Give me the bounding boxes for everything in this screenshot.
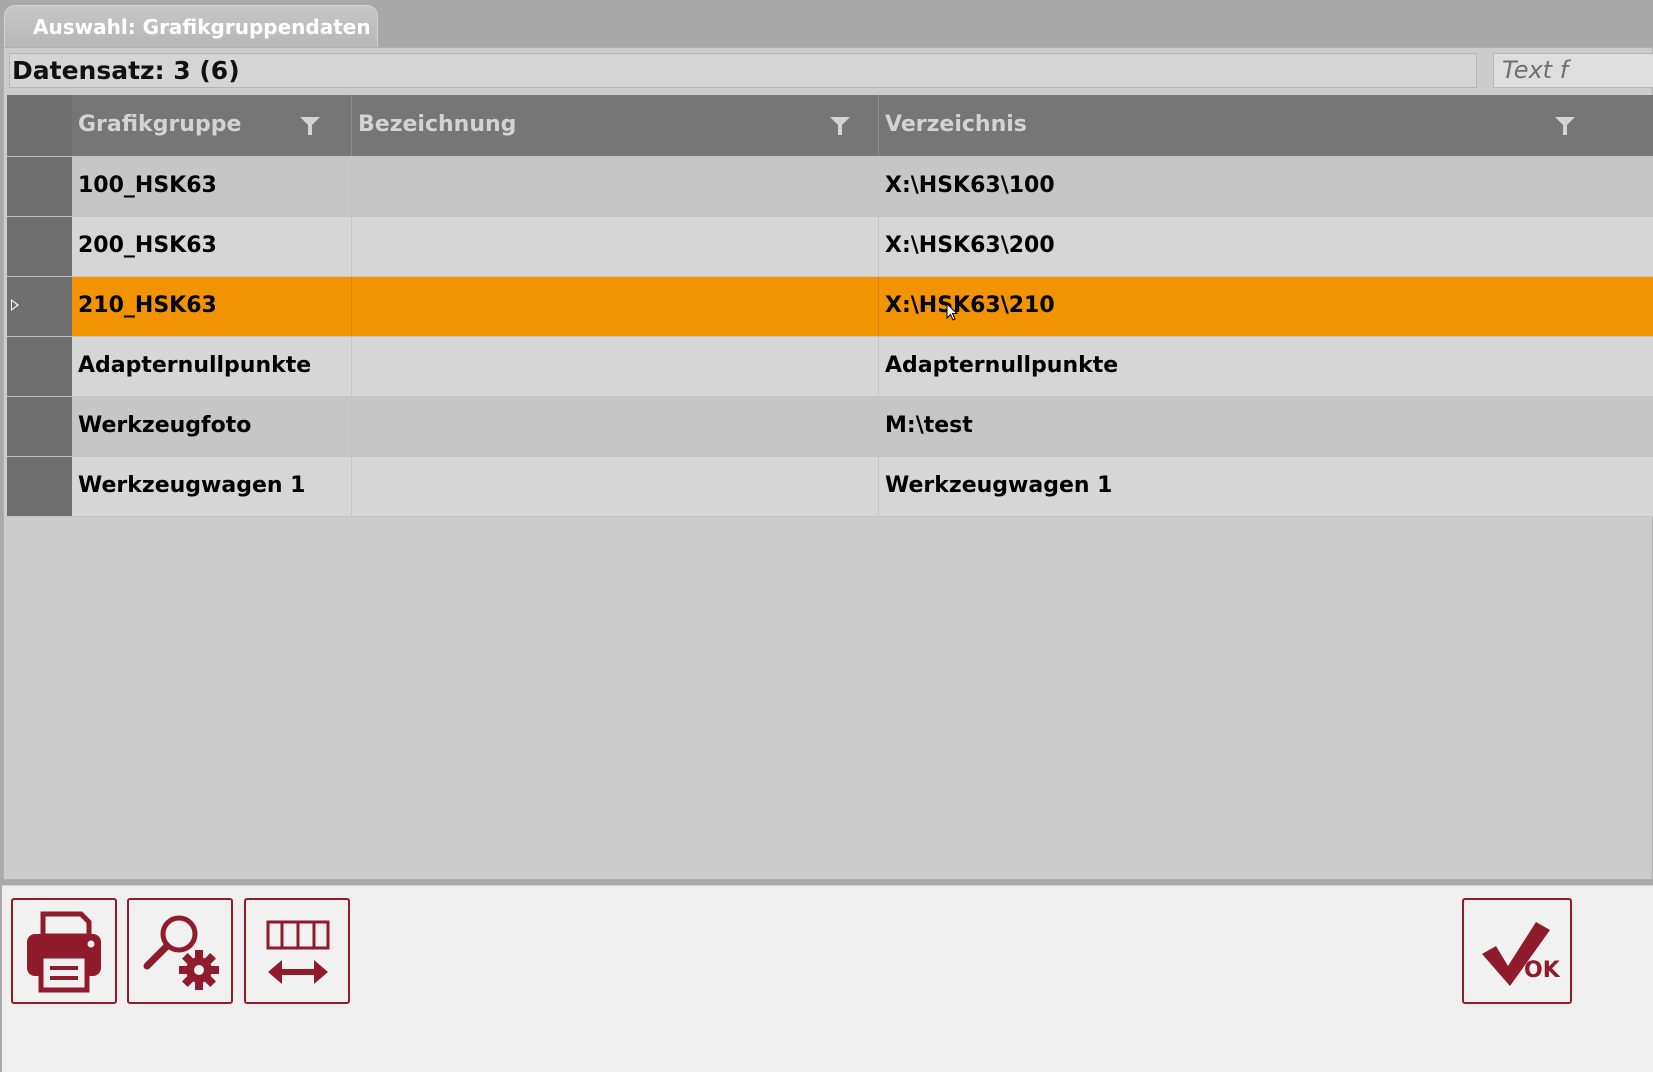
table-row[interactable]: Adapternullpunkte Adapternullpunkte bbox=[7, 336, 1653, 396]
cell-grafikgruppe[interactable]: 210_HSK63 bbox=[72, 277, 352, 336]
filter-icon[interactable] bbox=[1555, 117, 1575, 135]
search-input[interactable]: Text f bbox=[1493, 53, 1653, 88]
column-header-bezeichnung[interactable]: Bezeichnung bbox=[352, 95, 879, 156]
cell-bezeichnung[interactable] bbox=[352, 337, 879, 396]
column-header-grafikgruppe[interactable]: Grafikgruppe bbox=[72, 95, 352, 156]
row-selector[interactable] bbox=[7, 457, 72, 516]
print-icon bbox=[27, 911, 101, 993]
cell-grafikgruppe[interactable]: 200_HSK63 bbox=[72, 217, 352, 276]
data-grid: Grafikgruppe Bezeichnung Verzeichnis 100… bbox=[7, 95, 1653, 517]
cell-verzeichnis[interactable]: X:\HSK63\100 bbox=[879, 157, 1653, 216]
check-icon bbox=[1482, 922, 1550, 986]
search-settings-icon bbox=[143, 915, 219, 990]
row-header-corner bbox=[7, 95, 72, 156]
table-row[interactable]: 100_HSK63 X:\HSK63\100 bbox=[7, 156, 1653, 216]
cell-grafikgruppe[interactable]: Adapternullpunkte bbox=[72, 337, 352, 396]
row-selector[interactable] bbox=[7, 397, 72, 456]
current-row-icon bbox=[11, 299, 19, 311]
row-selector[interactable] bbox=[7, 277, 72, 336]
cell-bezeichnung[interactable] bbox=[352, 157, 879, 216]
cell-bezeichnung[interactable] bbox=[352, 277, 879, 336]
column-header-label: Bezeichnung bbox=[358, 112, 517, 137]
row-selector[interactable] bbox=[7, 217, 72, 276]
mouse-cursor-icon bbox=[946, 303, 959, 321]
cell-verzeichnis[interactable]: Adapternullpunkte bbox=[879, 337, 1653, 396]
cell-bezeichnung[interactable] bbox=[352, 457, 879, 516]
table-row[interactable]: Werkzeugwagen 1 Werkzeugwagen 1 bbox=[7, 456, 1653, 517]
print-button[interactable] bbox=[11, 898, 117, 1004]
cell-grafikgruppe[interactable]: 100_HSK63 bbox=[72, 157, 352, 216]
column-header-label: Verzeichnis bbox=[885, 112, 1027, 137]
record-counter: Datensatz: 3 (6) bbox=[9, 53, 1477, 88]
column-header-verzeichnis[interactable]: Verzeichnis bbox=[879, 95, 1653, 156]
cell-bezeichnung[interactable] bbox=[352, 217, 879, 276]
search-settings-button[interactable] bbox=[127, 898, 233, 1004]
cell-grafikgruppe[interactable]: Werkzeugwagen 1 bbox=[72, 457, 352, 516]
row-selector[interactable] bbox=[7, 157, 72, 216]
row-selector[interactable] bbox=[7, 337, 72, 396]
cell-verzeichnis[interactable]: X:\HSK63\200 bbox=[879, 217, 1653, 276]
column-width-button[interactable] bbox=[244, 898, 350, 1004]
cell-verzeichnis[interactable]: X:\HSK63\210 bbox=[879, 277, 1653, 336]
cell-grafikgruppe[interactable]: Werkzeugfoto bbox=[72, 397, 352, 456]
table-row[interactable]: Werkzeugfoto M:\test bbox=[7, 396, 1653, 456]
bottom-toolbar: OK bbox=[2, 885, 1653, 1072]
filter-icon[interactable] bbox=[300, 117, 320, 135]
column-width-icon bbox=[266, 920, 330, 984]
main-panel: Datensatz: 3 (6) Text f Grafikgruppe Bez… bbox=[3, 47, 1653, 880]
cell-bezeichnung[interactable] bbox=[352, 397, 879, 456]
ok-button[interactable]: OK bbox=[1462, 898, 1572, 1004]
cell-verzeichnis[interactable]: M:\test bbox=[879, 397, 1653, 456]
tab-grafikgruppendaten[interactable]: Auswahl: Grafikgruppendaten bbox=[4, 5, 378, 47]
filter-icon[interactable] bbox=[830, 117, 850, 135]
column-header-label: Grafikgruppe bbox=[78, 112, 242, 137]
ok-label: OK bbox=[1524, 958, 1560, 983]
table-row-selected[interactable]: 210_HSK63 X:\HSK63\210 bbox=[7, 276, 1653, 336]
table-row[interactable]: 200_HSK63 X:\HSK63\200 bbox=[7, 216, 1653, 276]
cell-verzeichnis[interactable]: Werkzeugwagen 1 bbox=[879, 457, 1653, 516]
grid-header: Grafikgruppe Bezeichnung Verzeichnis bbox=[7, 95, 1653, 156]
